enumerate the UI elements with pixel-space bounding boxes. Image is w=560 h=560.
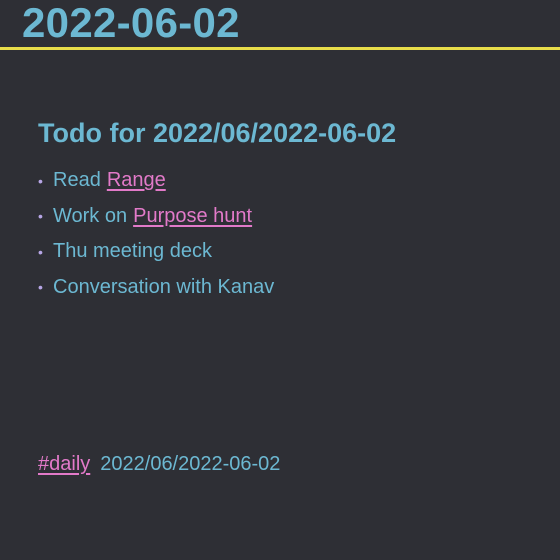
title-bar: 2022-06-02 bbox=[0, 0, 560, 50]
list-item-text: Work on bbox=[53, 204, 128, 227]
note-page: 2022-06-02 Todo for 2022/06/2022-06-02 •… bbox=[0, 0, 560, 560]
list-item-text: Thu meeting deck bbox=[53, 240, 212, 263]
todo-heading: Todo for 2022/06/2022-06-02 bbox=[38, 118, 397, 148]
bullet-icon: • bbox=[38, 208, 43, 225]
bullet-icon: • bbox=[38, 172, 43, 189]
todo-list: • Read Range • Work on Purpose hunt • Th… bbox=[38, 163, 274, 305]
note-footer: #daily 2022/06/2022-06-02 bbox=[38, 450, 280, 478]
list-item: • Conversation with Kanav bbox=[38, 270, 274, 306]
list-item: • Work on Purpose hunt bbox=[38, 199, 274, 235]
range-link[interactable]: Range bbox=[107, 169, 166, 192]
list-item-text: Conversation with Kanav bbox=[53, 275, 275, 298]
list-item-text: Read bbox=[53, 169, 101, 192]
list-item: • Read Range bbox=[38, 163, 274, 199]
bullet-icon: • bbox=[38, 243, 43, 260]
page-title[interactable]: 2022-06-02 bbox=[22, 0, 240, 48]
purpose-hunt-link[interactable]: Purpose hunt bbox=[133, 205, 252, 228]
footer-date: 2022/06/2022-06-02 bbox=[100, 453, 281, 475]
daily-tag-link[interactable]: #daily bbox=[38, 453, 90, 475]
bullet-icon: • bbox=[38, 279, 43, 296]
list-item: • Thu meeting deck bbox=[38, 234, 274, 270]
